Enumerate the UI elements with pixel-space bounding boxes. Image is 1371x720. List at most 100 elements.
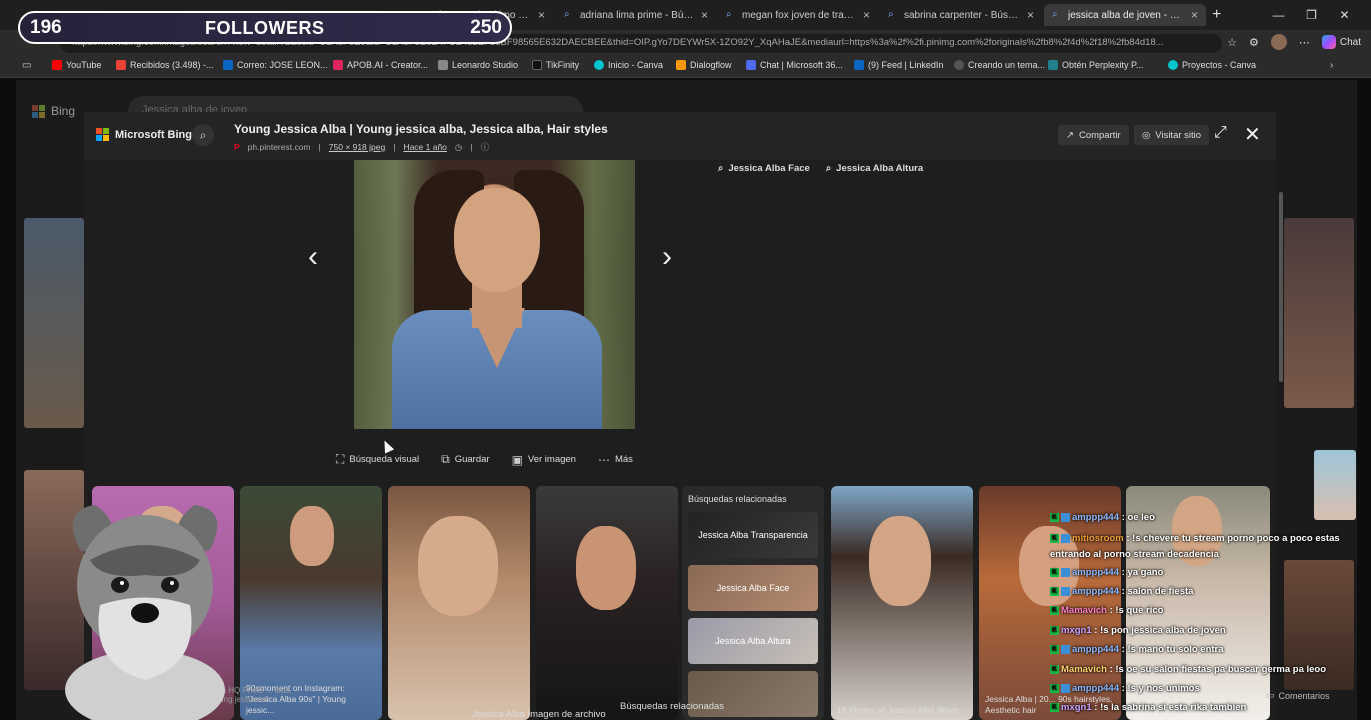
tab-megan-fox[interactable]: ⌕ megan fox joven de tranformers × <box>718 4 878 26</box>
chat-user: mxgn1 <box>1061 702 1092 713</box>
sidebar-toggle-icon[interactable]: ▭ <box>22 60 31 71</box>
expand-icon[interactable]: ⤢ <box>1214 124 1227 142</box>
chat-message: Kamppp444 : salon de fiesta <box>1050 586 1193 597</box>
source-link[interactable]: ph.pinterest.com <box>248 142 311 152</box>
main-image[interactable] <box>354 160 635 429</box>
save-button[interactable]: ⧉ Guardar <box>441 452 489 467</box>
bookmark-apob[interactable]: APOB.AI - Creator... <box>333 60 428 70</box>
badge-icon <box>1061 586 1070 596</box>
bookmark-outlook[interactable]: Correo: JOSE LEON... <box>223 60 328 70</box>
close-icon[interactable]: × <box>701 8 708 22</box>
visual-search-button[interactable]: ⛶ Búsqueda visual <box>336 452 419 467</box>
close-window-icon[interactable]: ✕ <box>1328 8 1361 22</box>
bookmark-gmail[interactable]: Recibidos (3.498) -... <box>116 60 214 70</box>
chat-user: amppp444 <box>1072 683 1119 694</box>
chat-user: mxgn1 <box>1061 625 1092 636</box>
visit-site-button[interactable]: ◎ Visitar sitio <box>1134 125 1210 145</box>
bookmark-youtube[interactable]: YouTube <box>52 60 101 70</box>
result-thumbnail[interactable] <box>1284 218 1354 408</box>
canva-icon <box>594 60 604 70</box>
bookmark-creando-tema[interactable]: Creando un tema... <box>954 60 1045 70</box>
bookmark-teams-chat[interactable]: Chat | Microsoft 36... <box>746 60 843 70</box>
chat-user: amppp444 <box>1072 512 1119 523</box>
chat-label: Chat <box>1339 36 1361 48</box>
openai-icon <box>954 60 964 70</box>
scrollbar[interactable] <box>1279 192 1283 382</box>
copilot-chat-button[interactable]: Chat <box>1321 35 1361 49</box>
previous-image-icon[interactable]: ‹ <box>308 240 318 274</box>
bookmark-leonardo[interactable]: Leonardo Studio <box>438 60 518 70</box>
tab-jessica-alba[interactable]: ⌕ jessica alba de joven - Búsqueda × <box>1044 4 1206 26</box>
badge-icon: K <box>1050 586 1059 596</box>
profile-avatar[interactable] <box>1270 34 1287 50</box>
image-age[interactable]: Hace 1 año <box>403 142 446 152</box>
close-icon[interactable]: × <box>863 8 870 22</box>
close-icon[interactable]: × <box>1027 8 1034 22</box>
bookmark-canva[interactable]: Inicio - Canva <box>594 60 663 70</box>
info-icon[interactable]: ⓘ <box>481 141 490 153</box>
bookmark-dialogflow[interactable]: Dialogflow <box>676 60 732 70</box>
next-image-icon[interactable]: › <box>662 240 672 274</box>
tab-label: jessica alba de joven - Búsqueda <box>1068 9 1185 21</box>
badge-icon <box>1061 567 1070 577</box>
bookmark-label: Correo: JOSE LEON... <box>237 60 328 70</box>
close-icon[interactable]: ✕ <box>1244 122 1261 147</box>
chat-text: : !s mano tu solo entra <box>1121 644 1224 655</box>
maximize-icon[interactable]: ❐ <box>1295 8 1328 22</box>
history-icon: ◷ <box>454 141 463 152</box>
badge-icon: K <box>1050 605 1059 615</box>
microsoft-bing-logo[interactable]: Microsoft Bing <box>96 128 192 141</box>
related-pill[interactable]: ⌕ Jessica Alba Altura <box>826 163 923 174</box>
image-icon: ▣ <box>511 452 523 467</box>
bottom-related-label: Búsquedas relacionadas <box>620 701 725 712</box>
chat-user: amppp444 <box>1072 644 1119 655</box>
close-icon[interactable]: × <box>1191 8 1198 22</box>
close-icon[interactable]: × <box>538 8 545 22</box>
microsoft-logo-icon <box>32 104 45 118</box>
bookmark-label: Dialogflow <box>690 60 732 70</box>
related-card[interactable]: Jessica Alba Transparencia <box>688 512 818 558</box>
collection-icon: ⧉ <box>441 452 450 466</box>
related-pill[interactable]: ⌕ Jessica Alba Face <box>718 163 810 174</box>
bookmark-label: Chat | Microsoft 36... <box>760 60 843 70</box>
chat-message: Kamppp444 : ya gano <box>1050 567 1163 578</box>
canva-icon <box>1168 60 1178 70</box>
more-menu-icon[interactable]: ⋯ <box>1299 36 1310 49</box>
comments-button[interactable]: ▭ Comentarios <box>1266 690 1330 701</box>
bookmark-label: Leonardo Studio <box>452 60 519 70</box>
view-image-button[interactable]: ▣ Ver imagen <box>512 452 576 467</box>
new-tab-icon[interactable]: + <box>1212 6 1221 24</box>
bookmark-label: Proyectos - Canva <box>1182 60 1257 70</box>
separator: | <box>470 142 473 152</box>
followers-label: FOLLOWERS <box>205 18 325 38</box>
chat-message: Kamppp444 : !s y nos unimos <box>1050 683 1200 694</box>
action-label: Búsqueda visual <box>349 454 420 465</box>
separator: | <box>318 142 321 152</box>
chat-text: : !s pon jessica alba de joven <box>1094 625 1226 636</box>
more-button[interactable]: ⋯ Más <box>598 452 633 467</box>
related-card[interactable]: Jessica Alba Face <box>688 565 818 611</box>
globe-icon: ◎ <box>1142 129 1151 141</box>
badge-icon: K <box>1050 644 1059 654</box>
bookmark-linkedin[interactable]: (9) Feed | LinkedIn <box>854 60 943 70</box>
tab-sabrina-carpenter[interactable]: ⌕ sabrina carpenter - Búsqueda Im × <box>880 4 1042 26</box>
related-search-pills: ⌕ Jessica Alba Face ⌕ Jessica Alba Altura <box>718 163 923 174</box>
share-button[interactable]: ↗ Compartir <box>1058 125 1129 145</box>
bookmark-tikfinity[interactable]: TikFinity <box>532 60 579 70</box>
dog-avatar <box>65 505 225 720</box>
bookmark-perplexity[interactable]: Obtén Perplexity P... <box>1048 60 1143 70</box>
bookmark-canva-projects[interactable]: Proyectos - Canva <box>1168 60 1256 70</box>
toolbar-icons: ☆ ⚙ ⋯ Chat <box>1227 34 1361 50</box>
related-card[interactable]: Jessica Alba Altura <box>688 618 818 664</box>
image-size[interactable]: 750 × 918 jpeg <box>329 142 385 152</box>
chevron-right-icon[interactable]: › <box>1330 60 1333 71</box>
tab-adriana-lima[interactable]: ⌕ adriana lima prime - Búsqueda I × <box>556 4 716 26</box>
chat-text: : salon de fiesta <box>1121 586 1194 597</box>
image-title[interactable]: Young Jessica Alba | Young jessica alba,… <box>234 122 608 136</box>
minimize-icon[interactable]: — <box>1262 8 1295 22</box>
search-icon[interactable]: ⌕ <box>192 124 214 146</box>
result-thumbnail[interactable] <box>24 218 84 428</box>
favorite-star-icon[interactable]: ☆ <box>1227 36 1237 49</box>
extensions-icon[interactable]: ⚙ <box>1249 36 1259 49</box>
bing-logo[interactable]: Bing <box>32 104 75 118</box>
